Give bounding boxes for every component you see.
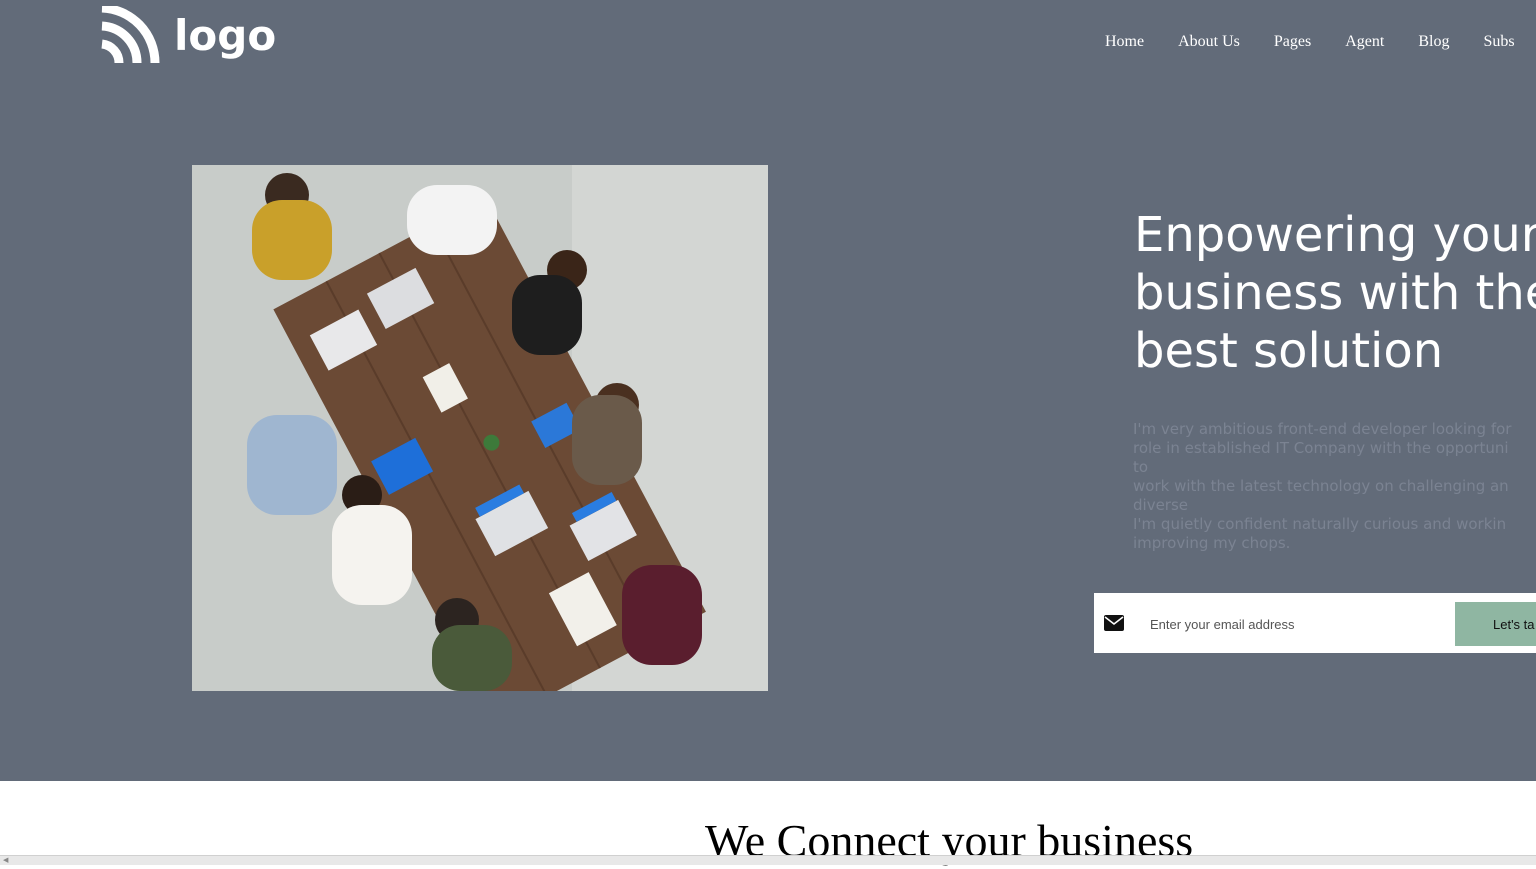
- logo-mark-icon: [101, 6, 160, 64]
- nav-agent[interactable]: Agent: [1345, 32, 1384, 52]
- envelope-icon: [1104, 615, 1124, 631]
- headline-line: business with the: [1134, 265, 1536, 321]
- intro-line: diverse: [1133, 496, 1189, 514]
- email-input[interactable]: [1148, 609, 1442, 639]
- headline-line: Enpowering your: [1134, 207, 1536, 263]
- nav-blog[interactable]: Blog: [1418, 32, 1449, 52]
- hero-section: logo Home About Us Pages Agent Blog Subs: [0, 0, 1536, 781]
- meeting-illustration: [192, 165, 768, 691]
- team-meeting-photo: [192, 165, 768, 691]
- intro-line: to: [1133, 458, 1149, 476]
- lets-talk-button[interactable]: Let's ta: [1455, 602, 1536, 646]
- nav-home[interactable]: Home: [1105, 32, 1144, 52]
- main-nav: Home About Us Pages Agent Blog Subs: [1105, 32, 1536, 52]
- intro-line: I'm very ambitious front-end developer l…: [1133, 420, 1512, 438]
- nav-about-us[interactable]: About Us: [1178, 32, 1240, 52]
- hero-headline: Enpowering your business with the best s…: [1134, 206, 1536, 380]
- email-signup-form: Let's ta: [1094, 593, 1536, 653]
- hero-intro: I'm very ambitious front-end developer l…: [1133, 420, 1536, 553]
- nav-subscribe[interactable]: Subs: [1483, 32, 1514, 52]
- nav-pages[interactable]: Pages: [1274, 32, 1311, 52]
- headline-line: best solution: [1134, 323, 1444, 379]
- intro-line: work with the latest technology on chall…: [1133, 477, 1509, 495]
- intro-line: role in established IT Company with the …: [1133, 439, 1509, 457]
- logo-text: logo: [174, 11, 277, 60]
- intro-line: I'm quietly confident naturally curious …: [1133, 515, 1507, 533]
- intro-line: improving my chops.: [1133, 534, 1291, 552]
